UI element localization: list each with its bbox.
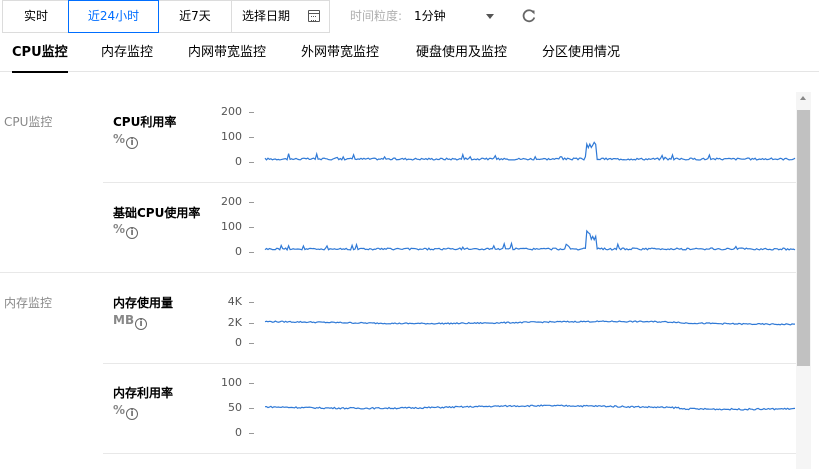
metric-unit-text: % <box>113 132 126 146</box>
y-tick-mark <box>249 323 254 324</box>
metric-unit-text: MB <box>113 313 135 327</box>
granularity-value: 1分钟 <box>414 9 446 23</box>
y-tick-mark <box>249 343 254 344</box>
granularity-label: 时间粒度: <box>350 9 403 23</box>
y-tick-mark <box>249 112 254 113</box>
y-tick-label: 100 <box>221 376 242 389</box>
tab-disk[interactable]: 硬盘使用及监控 <box>416 36 507 72</box>
metric-title: 基础CPU使用率 <box>113 206 201 220</box>
y-tick-label: 0 <box>235 155 242 168</box>
metric-unit-text: % <box>113 222 126 236</box>
cpu-usage-chart <box>264 141 796 161</box>
metric-title: 内存利用率 <box>113 386 174 400</box>
info-icon[interactable]: i <box>126 408 139 420</box>
y-tick-mark <box>249 202 254 203</box>
memory-utilization-chart <box>264 404 796 411</box>
calendar-icon <box>308 10 320 22</box>
y-tick-label: 0 <box>235 245 242 258</box>
time-range-toolbar: 实时 近24小时 近7天 选择日期 时间粒度: 1分钟 <box>0 0 819 33</box>
y-tick-mark <box>249 137 254 138</box>
y-tick-label: 0 <box>235 336 242 349</box>
y-tick-mark <box>249 433 254 434</box>
tab-cpu[interactable]: CPU监控 <box>12 36 68 73</box>
y-tick-label: 0 <box>235 426 242 439</box>
y-tick-mark <box>249 252 254 253</box>
series-line <box>264 320 795 326</box>
group-label-cpu: CPU监控 <box>4 115 53 129</box>
tab-private-bandwidth[interactable]: 内网带宽监控 <box>188 36 266 72</box>
metric-title: 内存使用量 <box>113 296 174 310</box>
y-tick-label: 200 <box>221 195 242 208</box>
series-line <box>264 141 796 161</box>
last-7d-button[interactable]: 近7天 <box>158 0 232 33</box>
chevron-down-icon <box>486 14 494 19</box>
info-icon[interactable]: i <box>135 318 148 330</box>
date-picker-label: 选择日期 <box>242 9 291 23</box>
group-divider <box>0 272 796 273</box>
series-line <box>264 229 796 252</box>
y-tick-mark <box>249 302 254 303</box>
base-cpu-usage-chart <box>264 229 796 252</box>
y-tick-label: 4K <box>227 295 242 308</box>
monitor-tabs: CPU监控 内存监控 内网带宽监控 外网带宽监控 硬盘使用及监控 分区使用情况 <box>0 36 819 73</box>
tab-memory[interactable]: 内存监控 <box>101 36 153 72</box>
info-icon[interactable]: i <box>126 227 139 239</box>
last-24h-button[interactable]: 近24小时 <box>68 0 159 33</box>
metric-title: CPU利用率 <box>113 115 177 129</box>
y-tick-mark <box>249 227 254 228</box>
granularity-select[interactable]: 1分钟 <box>409 0 499 33</box>
info-icon[interactable]: i <box>126 137 139 149</box>
y-tick-label: 100 <box>221 220 242 233</box>
metric-unit-text: % <box>113 403 126 417</box>
scroll-up-arrow-icon[interactable] <box>800 96 806 100</box>
y-tick-label: 2K <box>227 316 242 329</box>
y-tick-label: 100 <box>221 130 242 143</box>
y-tick-mark <box>249 408 254 409</box>
scrollbar-thumb[interactable] <box>797 110 810 366</box>
date-picker[interactable]: 选择日期 <box>231 0 330 33</box>
refresh-icon[interactable] <box>520 7 538 25</box>
row-divider <box>103 182 796 183</box>
y-tick-label: 200 <box>221 105 242 118</box>
metric-unit: MB i <box>113 313 148 330</box>
realtime-button[interactable]: 实时 <box>2 0 70 33</box>
metrics-panel: CPU监控 内存监控 CPU利用率 % i 200 100 0 基础CPU使用率 … <box>0 92 796 469</box>
tab-public-bandwidth[interactable]: 外网带宽监控 <box>301 36 379 72</box>
row-divider <box>103 453 796 454</box>
y-tick-label: 50 <box>228 401 242 414</box>
metric-unit: % i <box>113 403 139 420</box>
y-tick-mark <box>249 383 254 384</box>
series-line <box>264 404 796 411</box>
memory-usage-chart <box>264 320 795 326</box>
group-label-memory: 内存监控 <box>4 296 53 310</box>
y-tick-mark <box>249 162 254 163</box>
metric-unit: % i <box>113 132 139 149</box>
tab-partition[interactable]: 分区使用情况 <box>542 36 620 72</box>
row-divider <box>103 363 796 364</box>
metric-unit: % i <box>113 222 139 239</box>
